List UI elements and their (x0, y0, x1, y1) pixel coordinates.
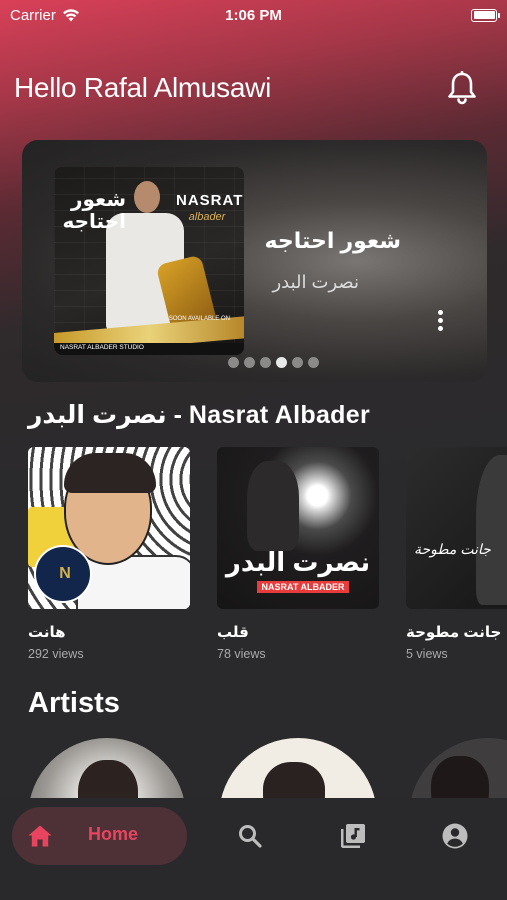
carousel-dot[interactable] (292, 357, 303, 368)
artist-section-title: نصرت البدر - Nasrat Albader (28, 401, 370, 429)
bell-icon[interactable] (445, 70, 479, 106)
search-icon[interactable] (236, 822, 264, 850)
status-bar: Carrier 1:06 PM (0, 0, 507, 30)
song-card[interactable]: N هانت 292 views (28, 447, 190, 661)
song-views: 5 views (406, 647, 448, 661)
carousel-page-indicator (228, 357, 319, 368)
nav-home-label: Home (88, 824, 139, 844)
carousel-dot[interactable] (244, 357, 255, 368)
nav-item-home[interactable]: Home (12, 807, 187, 865)
cover-title: جانت مطوحة (414, 541, 491, 557)
song-card[interactable]: نصرت البدر NASRAT ALBADER قلب 78 views (217, 447, 379, 661)
artist-avatar[interactable] (409, 738, 507, 800)
featured-artist-name: نصرت البدر (272, 272, 359, 292)
carousel-dot[interactable] (308, 357, 319, 368)
song-cover-art: N (28, 447, 190, 609)
song-views: 78 views (217, 647, 266, 661)
cover-english-title: NASRAT ALBADER (261, 582, 345, 592)
featured-song-title: شعور احتاجه (264, 228, 401, 253)
home-icon (28, 825, 52, 847)
song-cover-art: جانت مطوحة (406, 447, 507, 609)
library-music-icon[interactable] (339, 822, 367, 850)
artists-section-title: Artists (28, 687, 120, 719)
song-card[interactable]: جانت مطوحة جانت مطوحة 5 views (406, 447, 507, 661)
cover-english-title: NASRAT (176, 192, 244, 209)
greeting-title: Hello Rafal Almusawi (14, 72, 271, 103)
song-title: هانت (28, 624, 66, 641)
cover-arabic-title: نصرت البدر (225, 547, 371, 577)
songs-row: N هانت 292 views نصرت البدر NASRAT ALBAD… (28, 447, 507, 667)
artist-avatar[interactable] (28, 738, 186, 800)
account-circle-icon[interactable] (441, 822, 469, 850)
artists-row (0, 738, 507, 800)
cover-english-subtitle: albader (188, 211, 226, 223)
featured-carousel-card[interactable]: شعور احتاجه NASRAT albader SOON AVAILABL… (22, 140, 487, 382)
song-cover-art: نصرت البدر NASRAT ALBADER (217, 447, 379, 609)
song-views: 292 views (28, 647, 84, 661)
carousel-dot[interactable] (228, 357, 239, 368)
song-title: قلب (217, 624, 249, 641)
more-options-icon[interactable] (435, 310, 445, 336)
bottom-navigation: Home (0, 798, 507, 900)
featured-cover-art: شعور احتاجه NASRAT albader SOON AVAILABL… (54, 167, 244, 355)
battery-icon (471, 8, 500, 22)
cover-arabic-title: شعور احتاجه (62, 189, 127, 233)
carousel-dot[interactable] (260, 357, 271, 368)
song-title: جانت مطوحة (406, 624, 502, 641)
carousel-dot-active[interactable] (276, 357, 287, 368)
cover-badge: SOON AVAILABLE ON (168, 316, 230, 322)
cover-footer: NASRAT ALBADER STUDIO (60, 344, 144, 351)
artist-avatar[interactable] (219, 738, 377, 800)
status-time: 1:06 PM (225, 6, 282, 24)
